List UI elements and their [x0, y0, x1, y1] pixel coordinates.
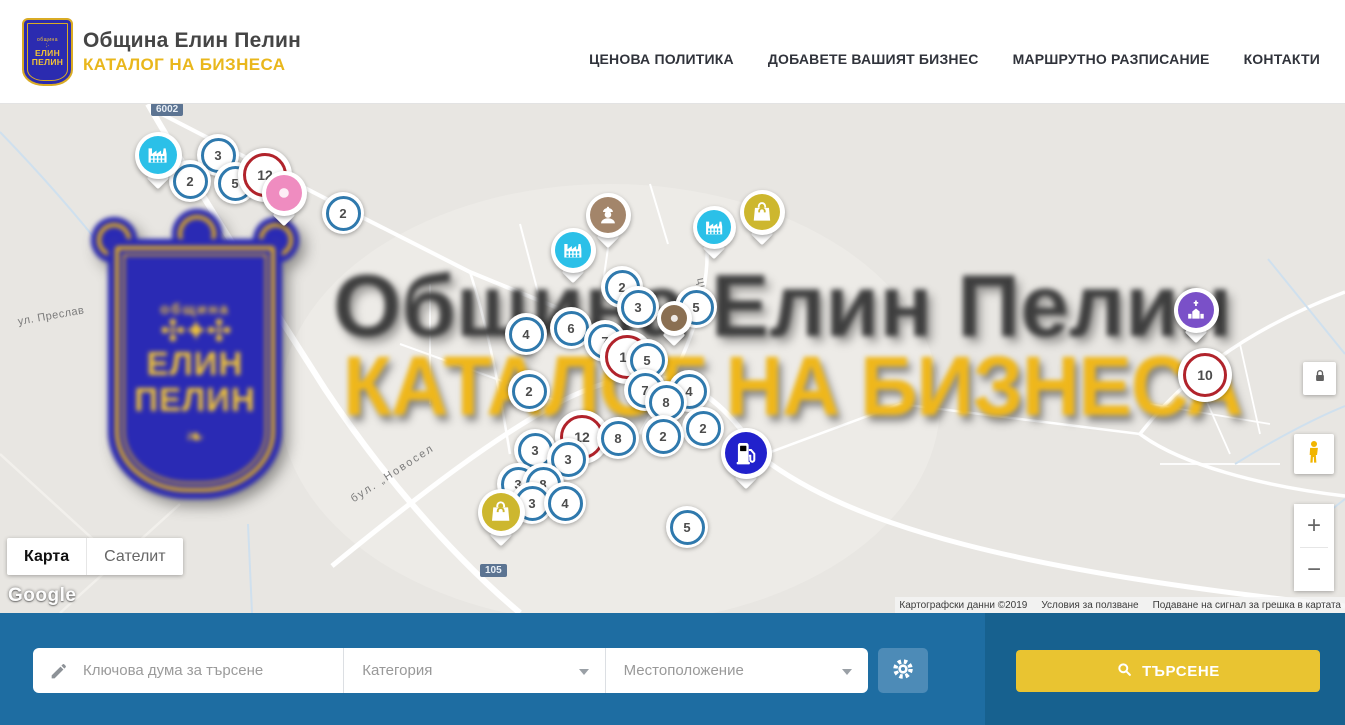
attribution-link[interactable]: Условия за ползване [1041, 600, 1138, 611]
chevron-down-icon [579, 669, 589, 675]
cluster-count: 4 [509, 317, 544, 352]
map-cluster-marker[interactable]: 10 [1178, 348, 1232, 402]
factory-icon [697, 210, 731, 244]
main-nav: ЦЕНОВА ПОЛИТИКА ДОБАВЕТЕ ВАШИЯТ БИЗНЕС МАР… [589, 51, 1320, 67]
map-pin-church[interactable] [1174, 288, 1219, 333]
site-title: Община Елин Пелин [83, 29, 301, 53]
chevron-down-icon [842, 669, 852, 675]
location-select[interactable]: Местоположение [606, 648, 868, 693]
map-cluster-marker[interactable]: 8 [597, 417, 639, 459]
search-icon [1116, 661, 1133, 682]
cluster-count: 2 [646, 419, 681, 454]
cluster-count: 4 [548, 486, 583, 521]
map-cluster-marker[interactable]: 5 [666, 506, 708, 548]
brand-text: Община Елин Пелин КАТАЛОГ НА БИЗНЕСА [83, 29, 301, 75]
cluster-count: 2 [512, 374, 547, 409]
cluster-count: 2 [326, 196, 361, 231]
pin-body [586, 193, 631, 238]
map-marker-layer: 325122235647135274822128333834510 [0, 104, 1345, 613]
cluster-count: 3 [621, 290, 656, 325]
map-pin-shopping-bag[interactable] [740, 190, 785, 235]
map-canvas[interactable]: 6002105 ул. Преславбул. „Новоселции общи… [0, 104, 1345, 613]
map-cluster-marker[interactable]: 4 [544, 482, 586, 524]
shopping-bag-icon [482, 493, 520, 531]
map-cluster-marker[interactable]: 2 [322, 192, 364, 234]
google-logo[interactable]: Google [8, 585, 76, 607]
map-cluster-marker[interactable]: 2 [508, 370, 550, 412]
municipality-logo: община ჻ ЕЛИН ПЕЛИН [22, 18, 73, 86]
map-cluster-marker[interactable]: 4 [505, 313, 547, 355]
church-icon [1178, 292, 1214, 328]
pin-body [657, 301, 692, 336]
pin-body [262, 171, 307, 216]
map-type-map-button[interactable]: Карта [7, 538, 87, 575]
brand[interactable]: община ჻ ЕЛИН ПЕЛИН Община Елин Пелин КА… [22, 18, 301, 86]
map-pin-worker[interactable] [586, 193, 631, 238]
lock-control[interactable] [1303, 362, 1336, 395]
map-pin-dot[interactable] [657, 301, 692, 336]
fuel-icon [725, 432, 767, 474]
site-subtitle: КАТАЛОГ НА БИЗНЕСА [83, 55, 301, 75]
search-bar: Категория Местоположение ТЪРСЕНЕ [0, 613, 1345, 725]
pegman-icon [1301, 439, 1327, 470]
map-type-satellite-button[interactable]: Сателит [87, 538, 182, 575]
nav-item-route-schedule[interactable]: МАРШРУТНО РАЗПИСАНИЕ [1013, 51, 1210, 67]
pin-body [478, 489, 525, 536]
map-pin-factory[interactable] [551, 228, 596, 273]
zoom-in-button[interactable]: + [1294, 504, 1334, 547]
dot-icon [266, 175, 302, 211]
map-pin-fuel[interactable] [721, 428, 772, 479]
pin-body [721, 428, 772, 479]
nav-item-contacts[interactable]: КОНТАКТИ [1244, 51, 1320, 67]
factory-icon [139, 136, 177, 174]
cluster-count: 10 [1183, 353, 1227, 397]
street-view-pegman[interactable] [1294, 434, 1334, 474]
cluster-count: 8 [601, 421, 636, 456]
logo-name-line2: ПЕЛИН [32, 58, 64, 67]
map-type-control: Карта Сателит [7, 538, 183, 575]
pin-body [551, 228, 596, 273]
map-pin-dot[interactable] [262, 171, 307, 216]
shopping-bag-icon [744, 194, 780, 230]
cluster-count: 2 [686, 411, 721, 446]
factory-icon [555, 232, 591, 268]
lock-icon [1311, 367, 1329, 390]
keyword-input[interactable] [81, 661, 343, 680]
nav-item-pricing[interactable]: ЦЕНОВА ПОЛИТИКА [589, 51, 734, 67]
zoom-out-button[interactable]: − [1294, 548, 1334, 591]
pin-body [693, 206, 736, 249]
map-pin-shopping-bag[interactable] [478, 489, 525, 536]
location-placeholder: Местоположение [624, 662, 744, 679]
search-button[interactable]: ТЪРСЕНЕ [1016, 650, 1320, 692]
pin-body [135, 132, 182, 179]
pencil-icon [49, 661, 69, 681]
cluster-count: 5 [670, 510, 705, 545]
nav-item-add-business[interactable]: ДОБАВЕТЕ ВАШИЯТ БИЗНЕС [768, 51, 979, 67]
category-select[interactable]: Категория [344, 648, 605, 693]
category-placeholder: Категория [362, 662, 432, 679]
map-cluster-marker[interactable]: 2 [682, 407, 724, 449]
worker-icon [590, 197, 626, 233]
zoom-control: + − [1294, 504, 1334, 591]
pin-body [1174, 288, 1219, 333]
search-button-label: ТЪРСЕНЕ [1142, 663, 1220, 680]
attribution-link[interactable]: Подаване на сигнал за грешка в картата [1153, 600, 1341, 611]
map-pin-factory[interactable] [693, 206, 736, 249]
keyword-field [33, 648, 344, 693]
map-pin-factory[interactable] [135, 132, 182, 179]
dot-icon [661, 305, 687, 331]
attribution-text: Картографски данни ©2019 [899, 600, 1027, 611]
map-cluster-marker[interactable]: 2 [642, 415, 684, 457]
gear-icon [890, 656, 916, 685]
map-cluster-marker[interactable]: 3 [617, 286, 659, 328]
advanced-settings-button[interactable] [878, 648, 928, 693]
pin-body [740, 190, 785, 235]
header: община ჻ ЕЛИН ПЕЛИН Община Елин Пелин КА… [0, 0, 1345, 104]
search-fields: Категория Местоположение [33, 648, 868, 693]
map-attribution: Картографски данни ©2019 Условия за ползв… [895, 597, 1345, 613]
